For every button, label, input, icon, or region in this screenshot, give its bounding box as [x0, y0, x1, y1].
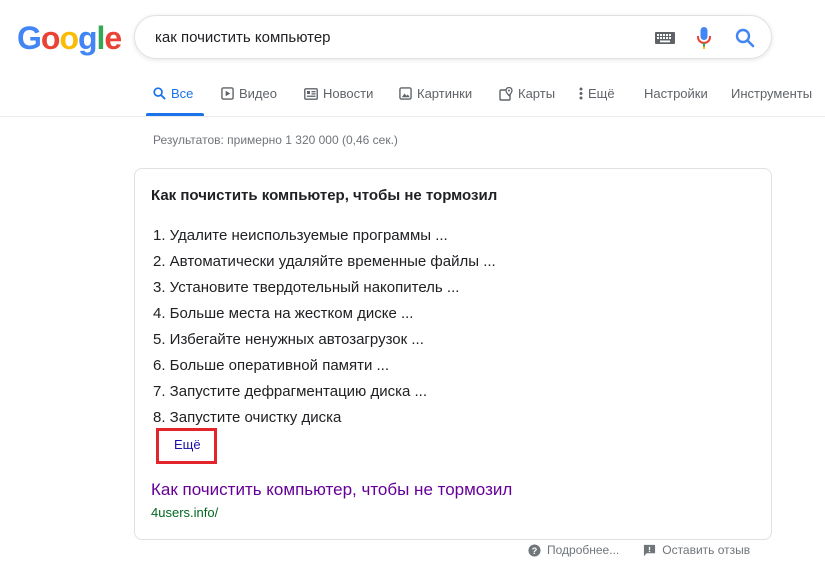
logo-letter: l — [96, 20, 106, 56]
tab-label: Новости — [323, 86, 374, 101]
active-tab-indicator — [146, 113, 204, 116]
tab-maps[interactable]: Карты — [499, 86, 555, 101]
list-item: 1. Удалите неиспользуемые программы ... — [153, 227, 448, 244]
tab-more[interactable]: Ещё — [579, 86, 615, 101]
tab-settings[interactable]: Настройки — [644, 86, 708, 101]
snippet-list: 1. Удалите неиспользуемые программы ... … — [153, 223, 496, 431]
map-icon — [499, 86, 513, 101]
more-vert-icon — [579, 87, 583, 100]
snippet-footer: ? Подробнее... Оставить отзыв — [528, 543, 750, 557]
image-icon — [399, 87, 412, 100]
keyboard-icon[interactable] — [655, 32, 675, 44]
search-input[interactable]: как почистить компьютер — [155, 29, 331, 46]
tab-tools[interactable]: Инструменты — [731, 86, 812, 101]
tab-label: Ещё — [588, 86, 615, 101]
details-link[interactable]: ? Подробнее... — [528, 543, 619, 557]
logo-letter: o — [59, 20, 79, 56]
logo-letter: g — [77, 20, 98, 56]
result-title-link[interactable]: Как почистить компьютер, чтобы не тормоз… — [151, 480, 512, 500]
list-item: 6. Больше оперативной памяти ... — [153, 357, 390, 374]
tab-label: Все — [171, 86, 194, 101]
list-item: 2. Автоматически удаляйте временные файл… — [153, 253, 496, 270]
search-box[interactable]: как почистить компьютер — [134, 15, 772, 59]
more-link[interactable]: Ещё — [174, 437, 201, 452]
list-item: 3. Установите твердотельный накопитель .… — [153, 279, 460, 296]
search-icon — [153, 87, 166, 100]
tab-label: Инструменты — [731, 86, 813, 101]
featured-snippet: Как почистить компьютер, чтобы не тормоз… — [134, 168, 772, 540]
search-icon[interactable] — [735, 28, 755, 48]
feedback-label: Оставить отзыв — [662, 543, 751, 557]
help-icon: ? — [528, 543, 541, 557]
tab-video[interactable]: Видео — [221, 86, 277, 101]
list-item: 4. Больше места на жестком диске ... — [153, 305, 414, 322]
tab-label: Картинки — [417, 86, 473, 101]
feedback-link[interactable]: Оставить отзыв — [643, 543, 750, 557]
play-icon — [221, 87, 234, 100]
search-tabs: Все Видео Новости Картинки Карты Ещё Нас… — [0, 80, 825, 117]
list-item: 5. Избегайте ненужных автозагрузок ... — [153, 331, 424, 348]
result-url[interactable]: 4users.info/ — [151, 505, 218, 520]
snippet-title: Как почистить компьютер, чтобы не тормоз… — [151, 187, 498, 204]
logo-letter: e — [104, 20, 122, 56]
results-stats: Результатов: примерно 1 320 000 (0,46 се… — [153, 133, 398, 147]
tab-label: Настройки — [644, 86, 708, 101]
list-item: 7. Запустите дефрагментацию диска ... — [153, 383, 427, 400]
microphone-icon[interactable] — [697, 27, 711, 49]
google-logo[interactable]: Google — [17, 20, 122, 56]
news-icon — [304, 87, 318, 100]
feedback-icon — [644, 544, 656, 556]
more-highlight-box: Ещё — [156, 428, 217, 464]
tab-label: Карты — [518, 86, 556, 101]
svg-text:?: ? — [532, 545, 538, 555]
tab-all[interactable]: Все — [153, 86, 193, 101]
logo-letter: G — [17, 20, 42, 56]
tab-label: Видео — [239, 86, 277, 101]
details-label: Подробнее... — [547, 543, 620, 557]
logo-letter: o — [40, 20, 61, 56]
tab-images[interactable]: Картинки — [399, 86, 472, 101]
tab-news[interactable]: Новости — [304, 86, 373, 101]
